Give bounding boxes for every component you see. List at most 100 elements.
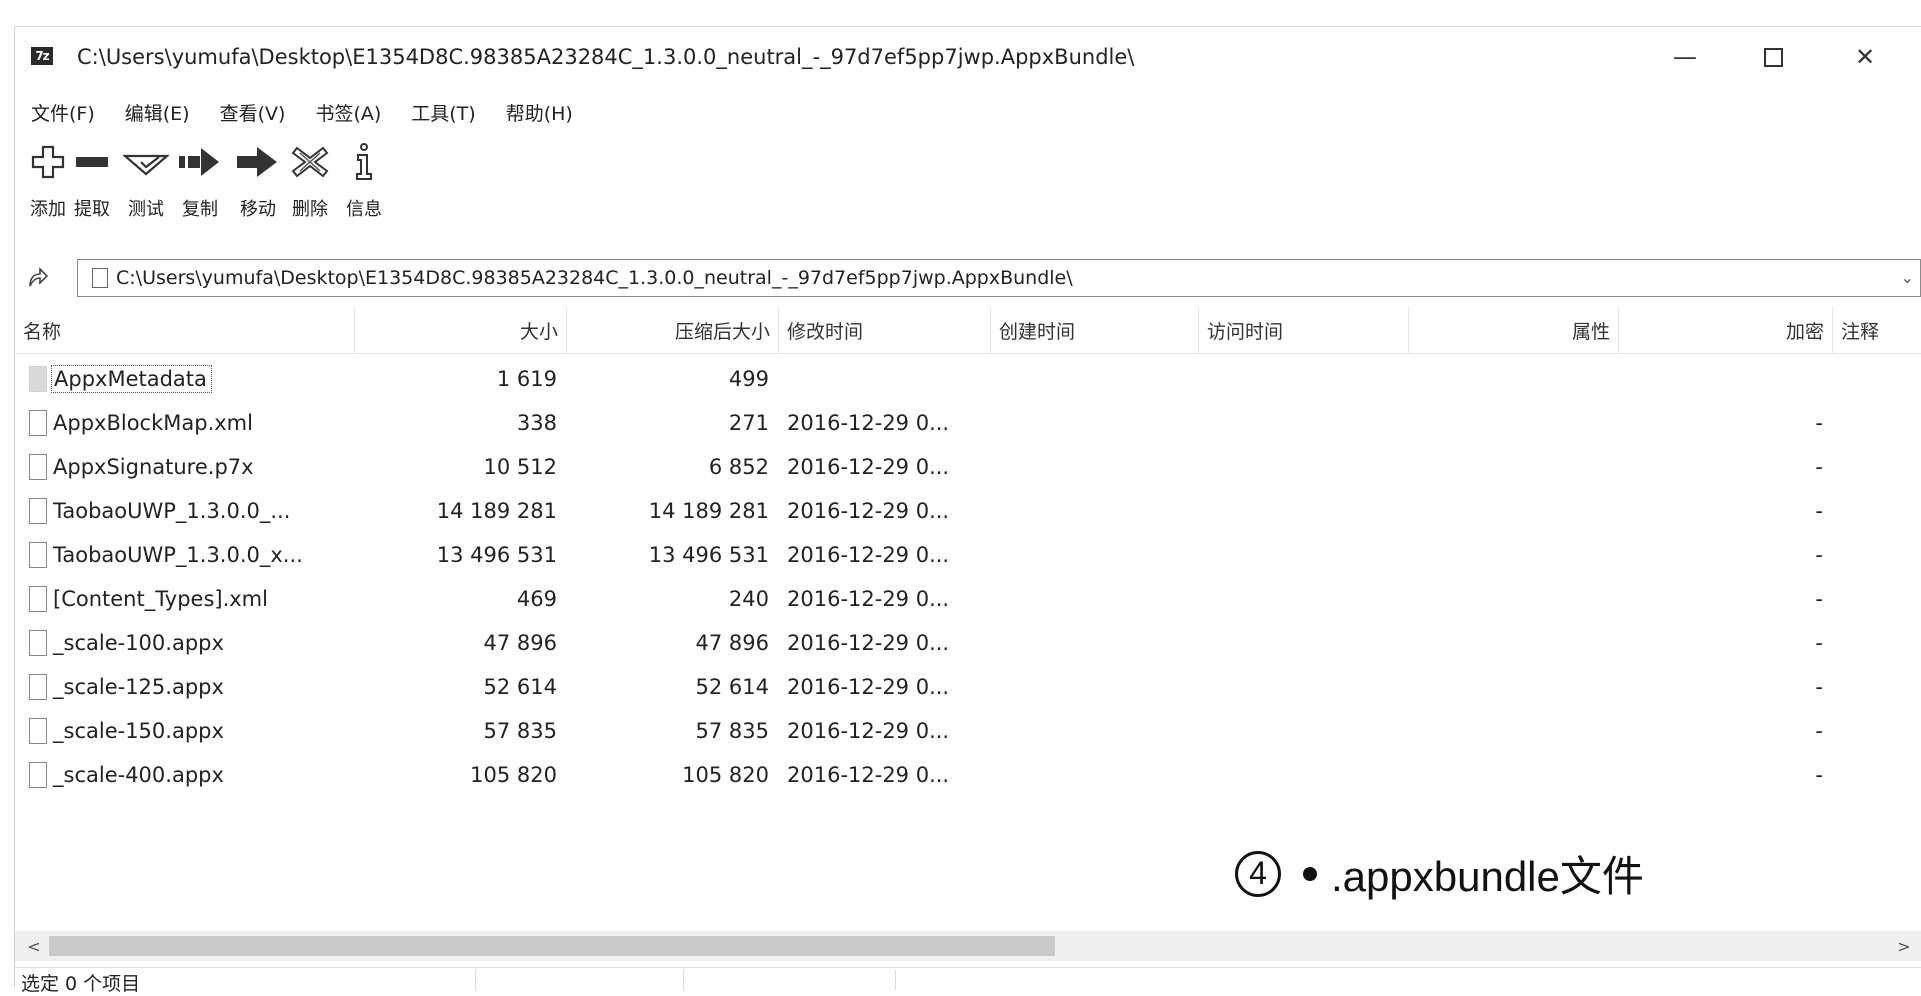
modified-cell: 2016-12-29 0... xyxy=(787,411,950,435)
col-header-attributes[interactable]: 属性 xyxy=(1409,307,1619,353)
table-row[interactable]: _scale-125.appx 52 614 52 614 2016-12-29… xyxy=(15,665,1921,709)
address-bar: C:\Users\yumufa\Desktop\E1354D8C.98385A2… xyxy=(15,253,1921,301)
file-name: TaobaoUWP_1.3.0.0_... xyxy=(53,499,291,523)
chevron-down-icon[interactable]: ⌄ xyxy=(1901,268,1914,287)
name-cell: TaobaoUWP_1.3.0.0_... xyxy=(29,489,349,533)
size-cell: 338 xyxy=(516,411,557,435)
table-row[interactable]: _scale-150.appx 57 835 57 835 2016-12-29… xyxy=(15,709,1921,753)
packed-size-cell: 271 xyxy=(728,411,769,435)
scroll-right-icon[interactable]: > xyxy=(1891,933,1917,959)
name-cell: TaobaoUWP_1.3.0.0_x... xyxy=(29,533,349,577)
table-row[interactable]: [Content_Types].xml 469 240 2016-12-29 0… xyxy=(15,577,1921,621)
col-header-size[interactable]: 大小 xyxy=(355,307,567,353)
packed-size-cell: 52 614 xyxy=(695,675,769,699)
col-header-encrypted[interactable]: 加密 xyxy=(1619,307,1833,353)
size-cell: 105 820 xyxy=(470,763,557,787)
close-button[interactable]: ✕ xyxy=(1835,37,1895,77)
file-name: [Content_Types].xml xyxy=(53,587,268,611)
file-icon xyxy=(29,718,47,744)
path-text: C:\Users\yumufa\Desktop\E1354D8C.98385A2… xyxy=(116,267,1073,289)
scrollbar-thumb[interactable] xyxy=(49,936,1055,956)
table-row[interactable]: _scale-400.appx 105 820 105 820 2016-12-… xyxy=(15,753,1921,797)
check-icon xyxy=(123,139,169,185)
size-cell: 1 619 xyxy=(496,367,557,391)
info-button[interactable]: 信息 xyxy=(331,139,397,234)
file-icon xyxy=(29,630,47,656)
annotation-text: .appxbundle文件 xyxy=(1331,853,1644,900)
encrypted-cell: - xyxy=(1815,455,1823,479)
file-name: AppxBlockMap.xml xyxy=(53,411,253,435)
menu-edit[interactable]: 编辑(E) xyxy=(110,93,205,127)
name-cell: [Content_Types].xml xyxy=(29,577,349,621)
packed-size-cell: 105 820 xyxy=(682,763,769,787)
col-header-accessed[interactable]: 访问时间 xyxy=(1199,307,1409,353)
table-row[interactable]: _scale-100.appx 47 896 47 896 2016-12-29… xyxy=(15,621,1921,665)
modified-cell: 2016-12-29 0... xyxy=(787,543,950,567)
selection-status: 选定 0 个项目 xyxy=(21,973,141,995)
file-icon xyxy=(29,542,47,568)
name-cell: _scale-100.appx xyxy=(29,621,349,665)
file-icon xyxy=(29,674,47,700)
up-folder-icon[interactable] xyxy=(23,265,53,291)
copy-arrow-icon xyxy=(177,139,223,185)
horizontal-scrollbar[interactable]: < > xyxy=(15,931,1921,961)
menu-tools[interactable]: 工具(T) xyxy=(396,93,490,127)
maximize-icon xyxy=(1763,47,1783,67)
modified-cell: 2016-12-29 0... xyxy=(787,631,950,655)
modified-cell: 2016-12-29 0... xyxy=(787,719,950,743)
name-cell: _scale-150.appx xyxy=(29,709,349,753)
modified-cell: 2016-12-29 0... xyxy=(787,499,950,523)
file-rows: AppxMetadata 1 619 499 AppxBlockMap.xml … xyxy=(15,357,1921,797)
info-label: 信息 xyxy=(346,199,382,220)
test-label: 测试 xyxy=(128,199,164,220)
menu-file[interactable]: 文件(F) xyxy=(15,93,110,127)
encrypted-cell: - xyxy=(1815,499,1823,523)
title-bar: 7z C:\Users\yumufa\Desktop\E1354D8C.9838… xyxy=(15,27,1921,89)
modified-cell: 2016-12-29 0... xyxy=(787,587,950,611)
packed-size-cell: 57 835 xyxy=(695,719,769,743)
file-icon xyxy=(29,366,47,392)
modified-cell: 2016-12-29 0... xyxy=(787,675,950,699)
size-cell: 469 xyxy=(516,587,557,611)
status-divider xyxy=(895,970,896,990)
menu-bookmarks[interactable]: 书签(A) xyxy=(300,93,396,127)
file-icon xyxy=(29,410,47,436)
col-header-created[interactable]: 创建时间 xyxy=(991,307,1199,353)
move-label: 移动 xyxy=(240,199,276,220)
col-header-packed-size[interactable]: 压缩后大小 xyxy=(567,307,779,353)
packed-size-cell: 14 189 281 xyxy=(648,499,769,523)
table-row[interactable]: TaobaoUWP_1.3.0.0_x... 13 496 531 13 496… xyxy=(15,533,1921,577)
encrypted-cell: - xyxy=(1815,587,1823,611)
table-row[interactable]: AppxSignature.p7x 10 512 6 852 2016-12-2… xyxy=(15,445,1921,489)
file-icon xyxy=(29,498,47,524)
file-icon xyxy=(92,268,108,288)
menu-help[interactable]: 帮助(H) xyxy=(491,93,588,127)
col-header-name[interactable]: 名称 xyxy=(15,307,355,353)
name-cell: _scale-125.appx xyxy=(29,665,349,709)
col-header-modified[interactable]: 修改时间 xyxy=(779,307,991,353)
path-input[interactable]: C:\Users\yumufa\Desktop\E1354D8C.98385A2… xyxy=(77,259,1921,297)
file-icon xyxy=(29,454,47,480)
table-row[interactable]: AppxBlockMap.xml 338 271 2016-12-29 0...… xyxy=(15,401,1921,445)
status-divider xyxy=(683,970,684,990)
minimize-button[interactable]: — xyxy=(1655,37,1715,77)
scroll-left-icon[interactable]: < xyxy=(21,933,47,959)
size-cell: 57 835 xyxy=(483,719,557,743)
menu-view[interactable]: 查看(V) xyxy=(205,93,301,127)
size-cell: 14 189 281 xyxy=(436,499,557,523)
file-icon xyxy=(29,586,47,612)
file-list: 名称 大小 压缩后大小 修改时间 创建时间 访问时间 属性 加密 注释 Appx… xyxy=(15,307,1921,917)
col-header-comment[interactable]: 注释 xyxy=(1833,307,1921,353)
encrypted-cell xyxy=(1619,357,1823,401)
maximize-button[interactable] xyxy=(1743,37,1803,77)
packed-size-cell: 47 896 xyxy=(695,631,769,655)
encrypted-cell: - xyxy=(1815,719,1823,743)
file-name: TaobaoUWP_1.3.0.0_x... xyxy=(53,543,303,567)
table-row[interactable]: AppxMetadata 1 619 499 xyxy=(15,357,1921,401)
table-row[interactable]: TaobaoUWP_1.3.0.0_... 14 189 281 14 189 … xyxy=(15,489,1921,533)
modified-cell: 2016-12-29 0... xyxy=(787,763,950,787)
encrypted-cell: - xyxy=(1815,675,1823,699)
figure-annotation: 4 .appxbundle文件 xyxy=(1235,843,1644,904)
copy-label: 复制 xyxy=(182,199,218,220)
copy-button[interactable]: 复制 xyxy=(167,139,233,234)
